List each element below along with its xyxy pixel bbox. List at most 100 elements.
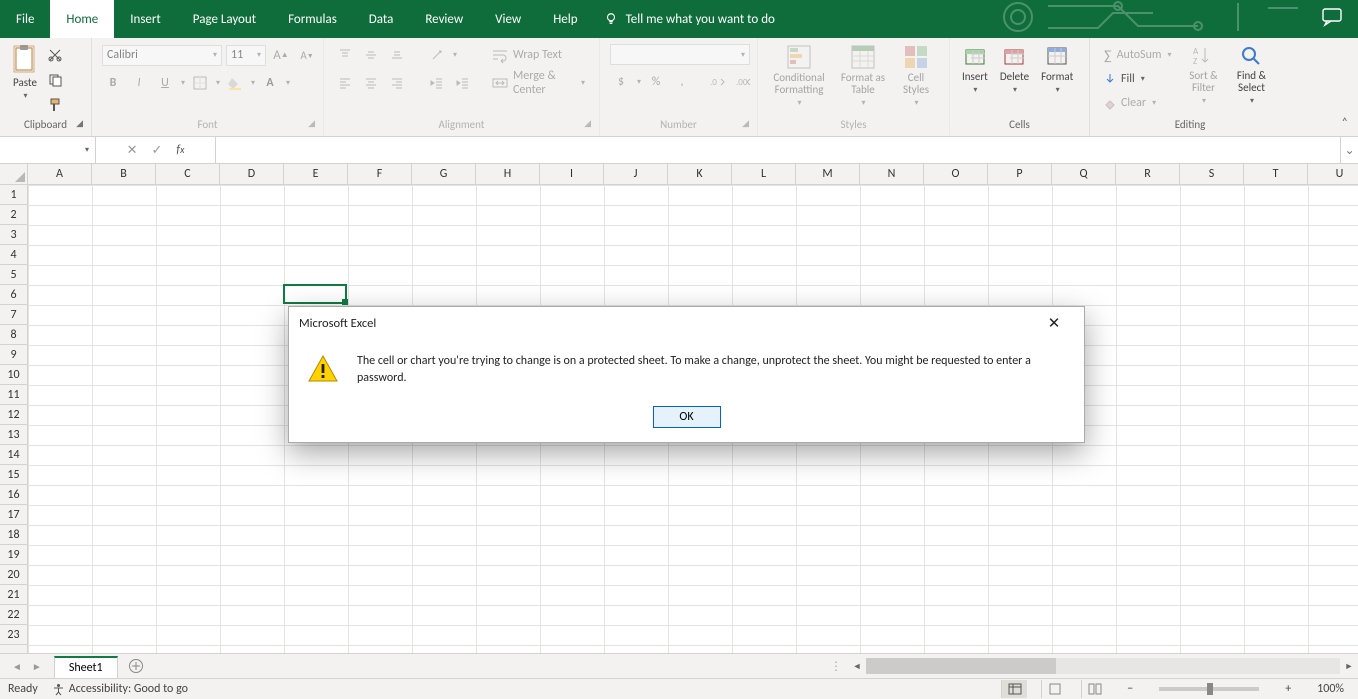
insert-function-button[interactable]: fx — [176, 143, 184, 157]
column-header-F[interactable]: F — [348, 164, 412, 184]
column-header-A[interactable]: A — [28, 164, 92, 184]
zoom-out-button[interactable]: − — [1121, 682, 1139, 696]
scroll-right-button[interactable]: ► — [1340, 657, 1358, 675]
font-launcher[interactable]: ◢ — [308, 118, 315, 129]
tab-review[interactable]: Review — [409, 0, 479, 38]
sheet-nav-prev[interactable]: ◄ — [12, 660, 22, 673]
clear-button[interactable]: Clear▾ — [1100, 92, 1175, 114]
row-header-23[interactable]: 23 — [0, 625, 27, 645]
column-header-R[interactable]: R — [1116, 164, 1180, 184]
fill-color-button[interactable] — [224, 72, 246, 94]
row-header-12[interactable]: 12 — [0, 405, 27, 425]
row-header-10[interactable]: 10 — [0, 365, 27, 385]
align-center-button[interactable] — [360, 72, 382, 94]
font-name-combo[interactable]: Calibri▾ — [102, 45, 222, 66]
row-header-1[interactable]: 1 — [0, 185, 27, 205]
tab-page-layout[interactable]: Page Layout — [177, 0, 272, 38]
decrease-decimal-button[interactable]: .00 — [733, 71, 755, 93]
fill-button[interactable]: Fill▾ — [1100, 68, 1175, 90]
copy-button[interactable] — [44, 69, 66, 91]
delete-cells-button[interactable]: Delete▾ — [994, 42, 1035, 97]
row-header-21[interactable]: 21 — [0, 585, 27, 605]
number-format-combo[interactable]: ▾ — [610, 44, 750, 65]
sheet-nav-next[interactable]: ► — [32, 660, 42, 673]
zoom-slider[interactable] — [1159, 687, 1259, 691]
row-headers[interactable]: 1234567891011121314151617181920212223 — [0, 185, 28, 653]
tab-file[interactable]: File — [0, 0, 50, 38]
column-header-M[interactable]: M — [796, 164, 860, 184]
format-cells-button[interactable]: Format▾ — [1035, 42, 1079, 97]
tab-scroll-split[interactable]: ⋮ — [824, 659, 848, 674]
zoom-in-button[interactable]: + — [1279, 682, 1297, 696]
horizontal-scrollbar[interactable]: ◄ ► — [848, 654, 1358, 678]
row-header-8[interactable]: 8 — [0, 325, 27, 345]
accounting-format-button[interactable]: $ — [610, 71, 632, 93]
row-header-14[interactable]: 14 — [0, 445, 27, 465]
page-layout-view-button[interactable] — [1041, 680, 1067, 698]
sort-filter-button[interactable]: AZSort & Filter▾ — [1179, 42, 1227, 108]
name-box[interactable]: ▾ — [0, 137, 96, 163]
scroll-left-button[interactable]: ◄ — [848, 657, 866, 675]
column-header-P[interactable]: P — [988, 164, 1052, 184]
column-header-T[interactable]: T — [1244, 164, 1308, 184]
column-header-S[interactable]: S — [1180, 164, 1244, 184]
wrap-text-button[interactable]: Wrap Text — [488, 44, 589, 66]
bold-button[interactable]: B — [102, 72, 124, 94]
tab-view[interactable]: View — [479, 0, 537, 38]
row-header-5[interactable]: 5 — [0, 265, 27, 285]
tab-formulas[interactable]: Formulas — [272, 0, 353, 38]
column-header-C[interactable]: C — [156, 164, 220, 184]
paste-button[interactable]: Paste▾ — [6, 42, 44, 103]
orientation-button[interactable] — [426, 44, 448, 66]
font-color-button[interactable]: A — [259, 72, 281, 94]
enter-formula-button[interactable]: ✓ — [151, 143, 162, 158]
shrink-font-button[interactable]: A▼ — [296, 44, 318, 66]
column-header-J[interactable]: J — [604, 164, 668, 184]
column-header-U[interactable]: U — [1308, 164, 1358, 184]
clipboard-launcher[interactable]: ◢ — [76, 118, 83, 129]
font-size-combo[interactable]: 11▾ — [226, 45, 266, 66]
row-header-17[interactable]: 17 — [0, 505, 27, 525]
percent-format-button[interactable]: % — [645, 71, 667, 93]
number-launcher[interactable]: ◢ — [742, 118, 749, 129]
align-top-button[interactable] — [334, 44, 356, 66]
row-header-6[interactable]: 6 — [0, 285, 27, 305]
row-header-3[interactable]: 3 — [0, 225, 27, 245]
column-header-N[interactable]: N — [860, 164, 924, 184]
insert-cells-button[interactable]: Insert▾ — [956, 42, 994, 97]
tab-insert[interactable]: Insert — [114, 0, 177, 38]
align-middle-button[interactable] — [360, 44, 382, 66]
column-header-D[interactable]: D — [220, 164, 284, 184]
status-accessibility[interactable]: Accessibility: Good to go — [52, 682, 188, 696]
column-header-E[interactable]: E — [284, 164, 348, 184]
format-as-table-button[interactable]: Format as Table▾ — [834, 42, 892, 110]
conditional-formatting-button[interactable]: Conditional Formatting▾ — [764, 42, 834, 110]
cell-styles-button[interactable]: Cell Styles▾ — [892, 42, 940, 110]
row-header-16[interactable]: 16 — [0, 485, 27, 505]
row-header-20[interactable]: 20 — [0, 565, 27, 585]
column-header-K[interactable]: K — [668, 164, 732, 184]
column-header-O[interactable]: O — [924, 164, 988, 184]
find-select-button[interactable]: Find & Select▾ — [1227, 42, 1275, 108]
column-headers[interactable]: ABCDEFGHIJKLMNOPQRSTU — [28, 164, 1358, 185]
zoom-slider-knob[interactable] — [1207, 683, 1213, 695]
column-header-Q[interactable]: Q — [1052, 164, 1116, 184]
row-header-19[interactable]: 19 — [0, 545, 27, 565]
new-sheet-button[interactable] — [118, 654, 154, 678]
page-break-view-button[interactable] — [1081, 680, 1107, 698]
merge-center-button[interactable]: Merge & Center▾ — [488, 72, 589, 94]
collapse-ribbon-button[interactable]: ˄ — [1342, 116, 1348, 130]
column-header-I[interactable]: I — [540, 164, 604, 184]
align-bottom-button[interactable] — [386, 44, 408, 66]
zoom-percent[interactable]: 100% — [1311, 682, 1350, 696]
row-header-9[interactable]: 9 — [0, 345, 27, 365]
select-all-button[interactable] — [0, 164, 28, 185]
align-left-button[interactable] — [334, 72, 356, 94]
comments-icon[interactable] — [1322, 8, 1342, 26]
row-header-7[interactable]: 7 — [0, 305, 27, 325]
column-header-B[interactable]: B — [92, 164, 156, 184]
tab-help[interactable]: Help — [537, 0, 593, 38]
align-right-button[interactable] — [386, 72, 408, 94]
column-header-L[interactable]: L — [732, 164, 796, 184]
row-header-11[interactable]: 11 — [0, 385, 27, 405]
